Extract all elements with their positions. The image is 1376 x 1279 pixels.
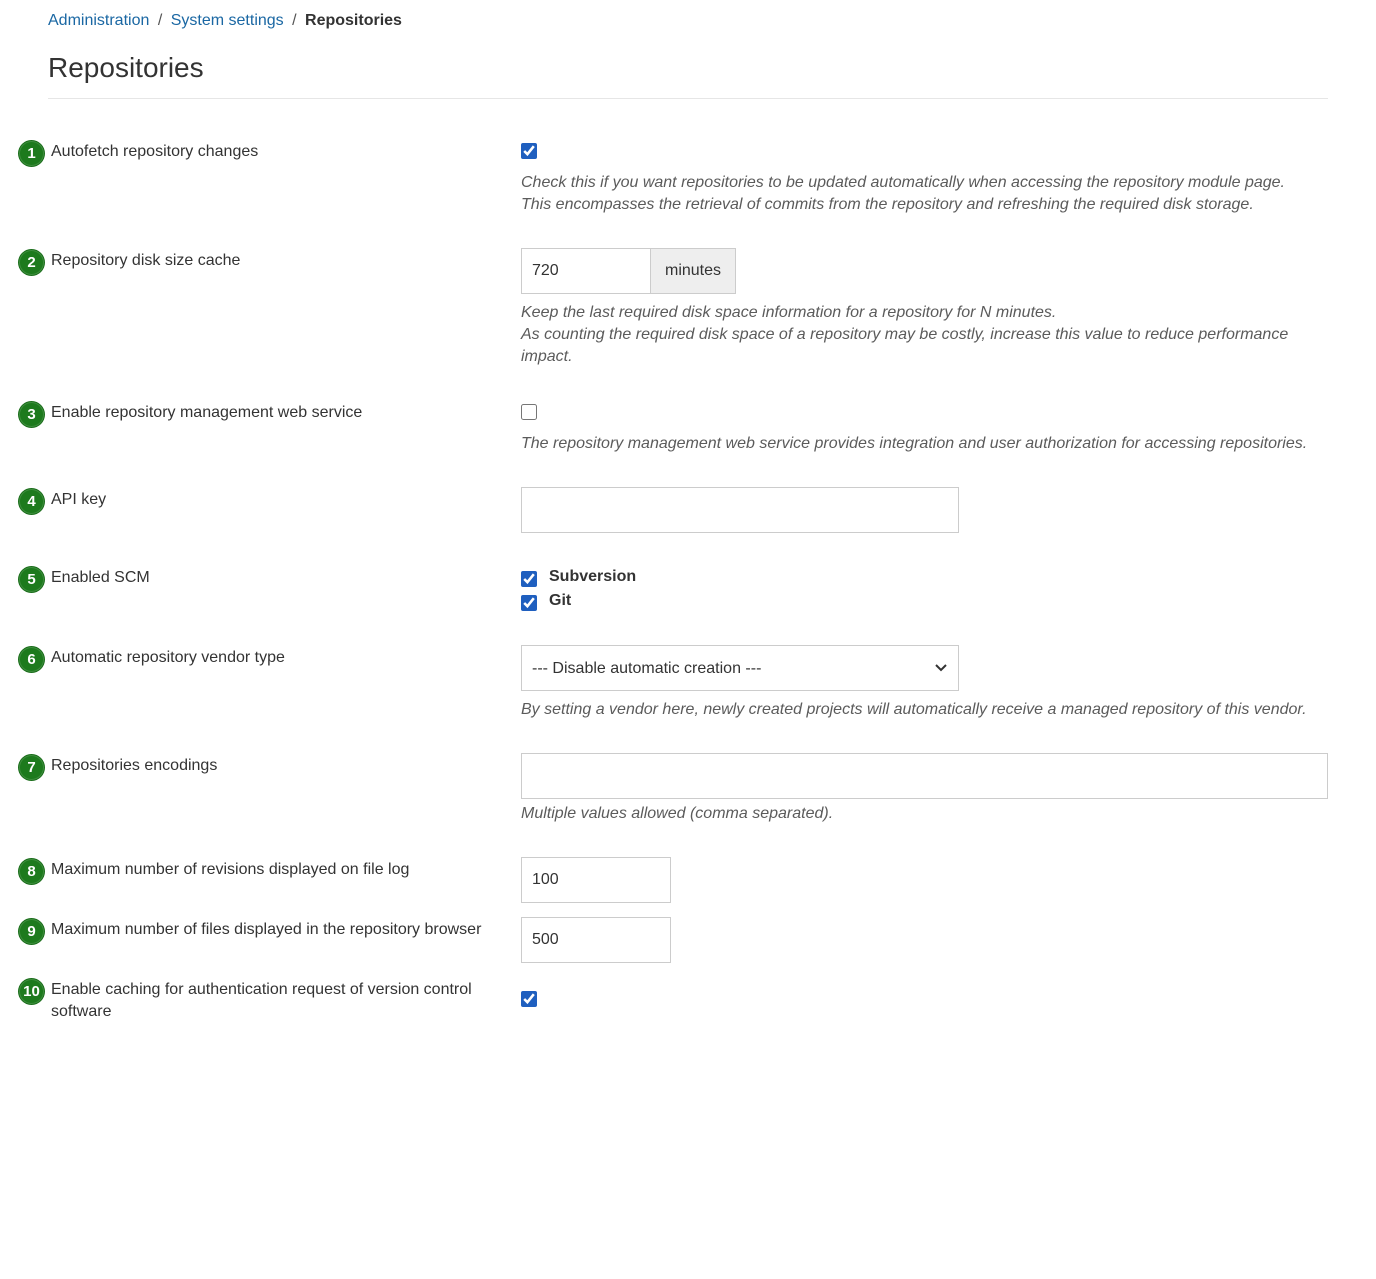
breadcrumb-current: Repositories — [305, 12, 402, 29]
step-badge-10: 10 — [18, 978, 45, 1005]
step-badge-6: 6 — [18, 646, 45, 673]
api-key-input[interactable] — [521, 487, 959, 533]
max-files-input[interactable] — [521, 917, 671, 963]
setting-row-autofetch: 1 Autofetch repository changes Check thi… — [18, 139, 1328, 216]
setting-hint: Check this if you want repositories to b… — [521, 172, 1328, 216]
setting-label: Repository disk size cache — [51, 248, 240, 272]
setting-label: API key — [51, 487, 106, 511]
step-badge-7: 7 — [18, 754, 45, 781]
step-badge-1: 1 — [18, 140, 45, 167]
breadcrumb: Administration / System settings / Repos… — [48, 10, 1328, 32]
setting-label: Repositories encodings — [51, 753, 217, 777]
input-addon-unit: minutes — [651, 248, 736, 294]
setting-row-api-key: 4 API key — [18, 487, 1328, 533]
step-badge-5: 5 — [18, 566, 45, 593]
max-revisions-input[interactable] — [521, 857, 671, 903]
setting-row-enable-web-service: 3 Enable repository management web servi… — [18, 400, 1328, 455]
breadcrumb-link-system-settings[interactable]: System settings — [171, 12, 284, 29]
step-badge-9: 9 — [18, 918, 45, 945]
disk-cache-minutes-input[interactable] — [521, 248, 651, 294]
setting-label: Autofetch repository changes — [51, 139, 258, 163]
step-badge-4: 4 — [18, 488, 45, 515]
enable-web-service-checkbox[interactable] — [521, 404, 537, 420]
scm-option-label: Git — [549, 589, 571, 613]
setting-row-enabled-scm: 5 Enabled SCM Subversion Git — [18, 565, 1328, 613]
setting-row-max-files: 9 Maximum number of files displayed in t… — [18, 917, 1328, 963]
setting-label: Enabled SCM — [51, 565, 150, 589]
setting-label: Enable repository management web service — [51, 400, 362, 424]
setting-row-vendor-type: 6 Automatic repository vendor type --- D… — [18, 645, 1328, 721]
scm-git-checkbox[interactable] — [521, 595, 537, 611]
autofetch-checkbox[interactable] — [521, 143, 537, 159]
breadcrumb-link-administration[interactable]: Administration — [48, 12, 149, 29]
setting-row-enable-auth-cache: 10 Enable caching for authentication req… — [18, 977, 1328, 1023]
setting-label: Maximum number of revisions displayed on… — [51, 857, 409, 881]
setting-row-encodings: 7 Repositories encodings Multiple values… — [18, 753, 1328, 825]
setting-label: Automatic repository vendor type — [51, 645, 285, 669]
breadcrumb-sep: / — [288, 12, 300, 29]
step-badge-2: 2 — [18, 249, 45, 276]
setting-hint: Keep the last required disk space inform… — [521, 302, 1328, 368]
scm-subversion-checkbox[interactable] — [521, 571, 537, 587]
setting-hint: By setting a vendor here, newly created … — [521, 699, 1328, 721]
setting-hint: Multiple values allowed (comma separated… — [521, 803, 1328, 825]
step-badge-3: 3 — [18, 401, 45, 428]
setting-row-max-revisions: 8 Maximum number of revisions displayed … — [18, 857, 1328, 903]
enable-auth-cache-checkbox[interactable] — [521, 991, 537, 1007]
breadcrumb-sep: / — [154, 12, 166, 29]
setting-row-disk-cache: 2 Repository disk size cache minutes Kee… — [18, 248, 1328, 368]
vendor-type-select[interactable]: --- Disable automatic creation --- — [521, 645, 959, 691]
encodings-input[interactable] — [521, 753, 1328, 799]
scm-option-label: Subversion — [549, 565, 636, 589]
step-badge-8: 8 — [18, 858, 45, 885]
divider — [48, 98, 1328, 99]
page-title: Repositories — [48, 52, 1328, 84]
setting-label: Enable caching for authentication reques… — [51, 977, 521, 1023]
setting-hint: The repository management web service pr… — [521, 433, 1328, 455]
setting-label: Maximum number of files displayed in the… — [51, 917, 481, 941]
